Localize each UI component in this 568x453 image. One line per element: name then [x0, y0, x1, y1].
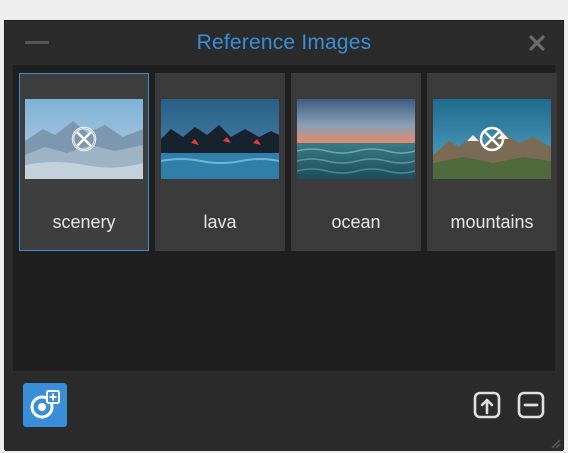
image-label: lava [203, 212, 237, 232]
close-icon [529, 35, 545, 51]
remove-button[interactable] [515, 389, 547, 421]
image-label: mountains [450, 212, 534, 232]
close-button[interactable] [525, 31, 549, 55]
resize-grip-icon[interactable] [549, 437, 561, 449]
thumbnail-mountains [433, 99, 551, 179]
panel-footer [5, 371, 563, 451]
add-reference-icon [30, 390, 60, 419]
panel-titlebar: Reference Images [5, 21, 563, 65]
image-label: ocean [331, 212, 381, 232]
image-card-scenery[interactable]: scenery [19, 73, 149, 251]
thumbnail-ocean [297, 99, 415, 179]
image-grid: scenery lava ocean mountains [19, 73, 557, 251]
reference-images-panel: Reference Images scenery lava ocean moun… [4, 20, 564, 451]
import-icon [473, 391, 501, 419]
unlinked-icon [479, 126, 505, 152]
add-reference-button[interactable] [23, 383, 67, 427]
import-button[interactable] [471, 389, 503, 421]
image-card-lava[interactable]: lava [155, 73, 285, 251]
image-label: scenery [52, 212, 116, 232]
unlinked-icon [71, 126, 97, 152]
remove-icon [517, 391, 545, 419]
image-card-mountains[interactable]: mountains [427, 73, 557, 251]
thumbnail-lava [161, 99, 279, 179]
panel-title: Reference Images [196, 31, 372, 54]
image-list-area: scenery lava ocean mountains [13, 65, 557, 371]
image-card-ocean[interactable]: ocean [291, 73, 421, 251]
thumbnail-scenery [25, 99, 143, 179]
collapse-button[interactable] [25, 41, 49, 44]
